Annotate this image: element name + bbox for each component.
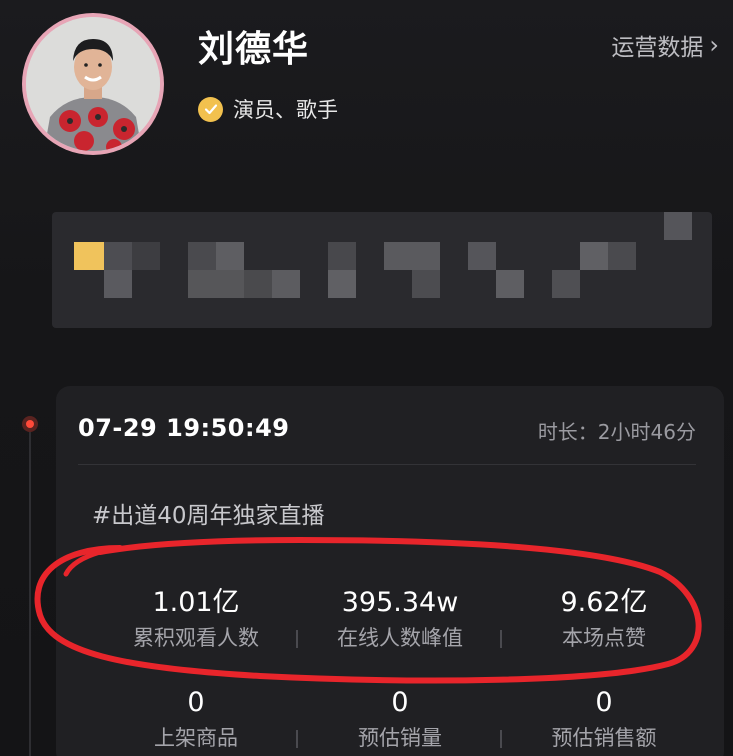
stat-estimated-revenue: 0 预估销售额 [502, 686, 706, 752]
check-badge-icon [198, 96, 223, 122]
chevron-right-icon: › [709, 31, 719, 59]
sales-stats: 0 上架商品 0 预估销量 0 预估销售额 [94, 686, 706, 752]
stat-estimated-volume: 0 预估销量 [298, 686, 502, 752]
avatar[interactable] [22, 13, 164, 155]
stat-listed-products: 0 上架商品 [94, 686, 298, 752]
avatar-image [26, 17, 160, 151]
session-duration: 时长：2小时46分 [537, 420, 696, 444]
card-divider [78, 464, 696, 465]
stat-value: 0 [187, 687, 205, 718]
operations-data-link[interactable]: 运营数据 › [611, 28, 719, 62]
stat-likes: 9.62亿 本场点赞 [502, 586, 706, 652]
stat-label: 本场点赞 [562, 626, 646, 650]
stat-label: 预估销售额 [551, 726, 657, 750]
redacted-banner [52, 212, 712, 328]
stat-value: 0 [595, 687, 613, 718]
stat-label: 预估销量 [358, 726, 442, 750]
session-datetime: 07-29 19:50:49 [78, 414, 290, 442]
primary-stats: 1.01亿 累积观看人数 395.34w 在线人数峰值 9.62亿 本场点赞 [94, 586, 706, 652]
timeline-line [29, 430, 31, 756]
stat-value: 1.01亿 [152, 587, 240, 618]
stat-label: 累积观看人数 [133, 626, 259, 650]
live-session-card[interactable]: 07-29 19:50:49 时长：2小时46分 #出道40周年独家直播 1.0… [56, 386, 724, 756]
stat-value: 9.62亿 [560, 587, 648, 618]
stat-label: 在线人数峰值 [337, 626, 463, 650]
stat-peak-online: 395.34w 在线人数峰值 [298, 586, 502, 652]
profile-name: 刘德华 [198, 29, 310, 70]
stat-total-viewers: 1.01亿 累积观看人数 [94, 586, 298, 652]
stat-value: 0 [391, 687, 409, 718]
stat-label: 上架商品 [154, 726, 238, 750]
verified-role: 演员、歌手 [198, 94, 338, 124]
verified-role-label: 演员、歌手 [233, 98, 338, 122]
operations-data-label: 运营数据 [611, 35, 704, 61]
live-history-page: 刘德华 演员、歌手 运营数据 › 07-29 19:50:49 时长：2小时46… [0, 0, 733, 756]
session-topic-tag[interactable]: #出道40周年独家直播 [92, 496, 325, 530]
live-dot-icon [22, 416, 38, 432]
stat-value: 395.34w [341, 587, 459, 618]
